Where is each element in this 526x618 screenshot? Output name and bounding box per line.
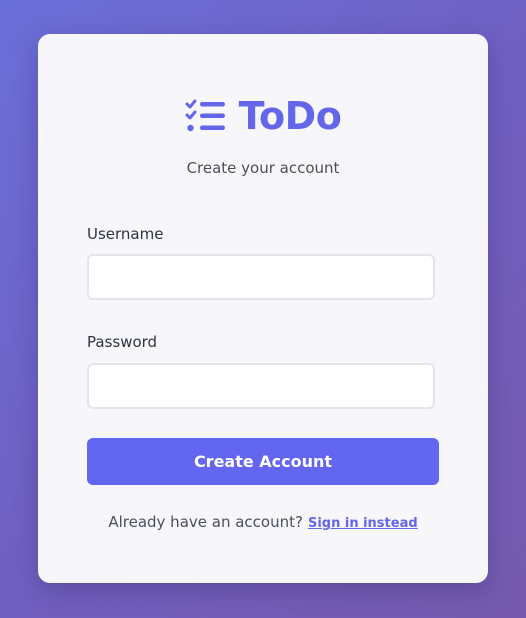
password-input[interactable] xyxy=(87,363,435,409)
signup-card: ToDo Create your account Username Passwo… xyxy=(38,34,488,583)
signin-prompt-text: Already have an account? xyxy=(108,513,303,531)
username-input[interactable] xyxy=(87,254,435,300)
sign-in-link[interactable]: Sign in instead xyxy=(308,516,418,531)
checklist-icon xyxy=(185,99,225,132)
brand-logo: ToDo xyxy=(38,96,488,136)
brand-name: ToDo xyxy=(238,94,342,138)
page-subtitle: Create your account xyxy=(186,159,340,177)
create-account-button[interactable]: Create Account xyxy=(87,438,439,485)
username-label: Username xyxy=(87,225,164,243)
signin-prompt: Already have an account? Sign in instead xyxy=(38,513,488,531)
password-label: Password xyxy=(87,333,158,351)
